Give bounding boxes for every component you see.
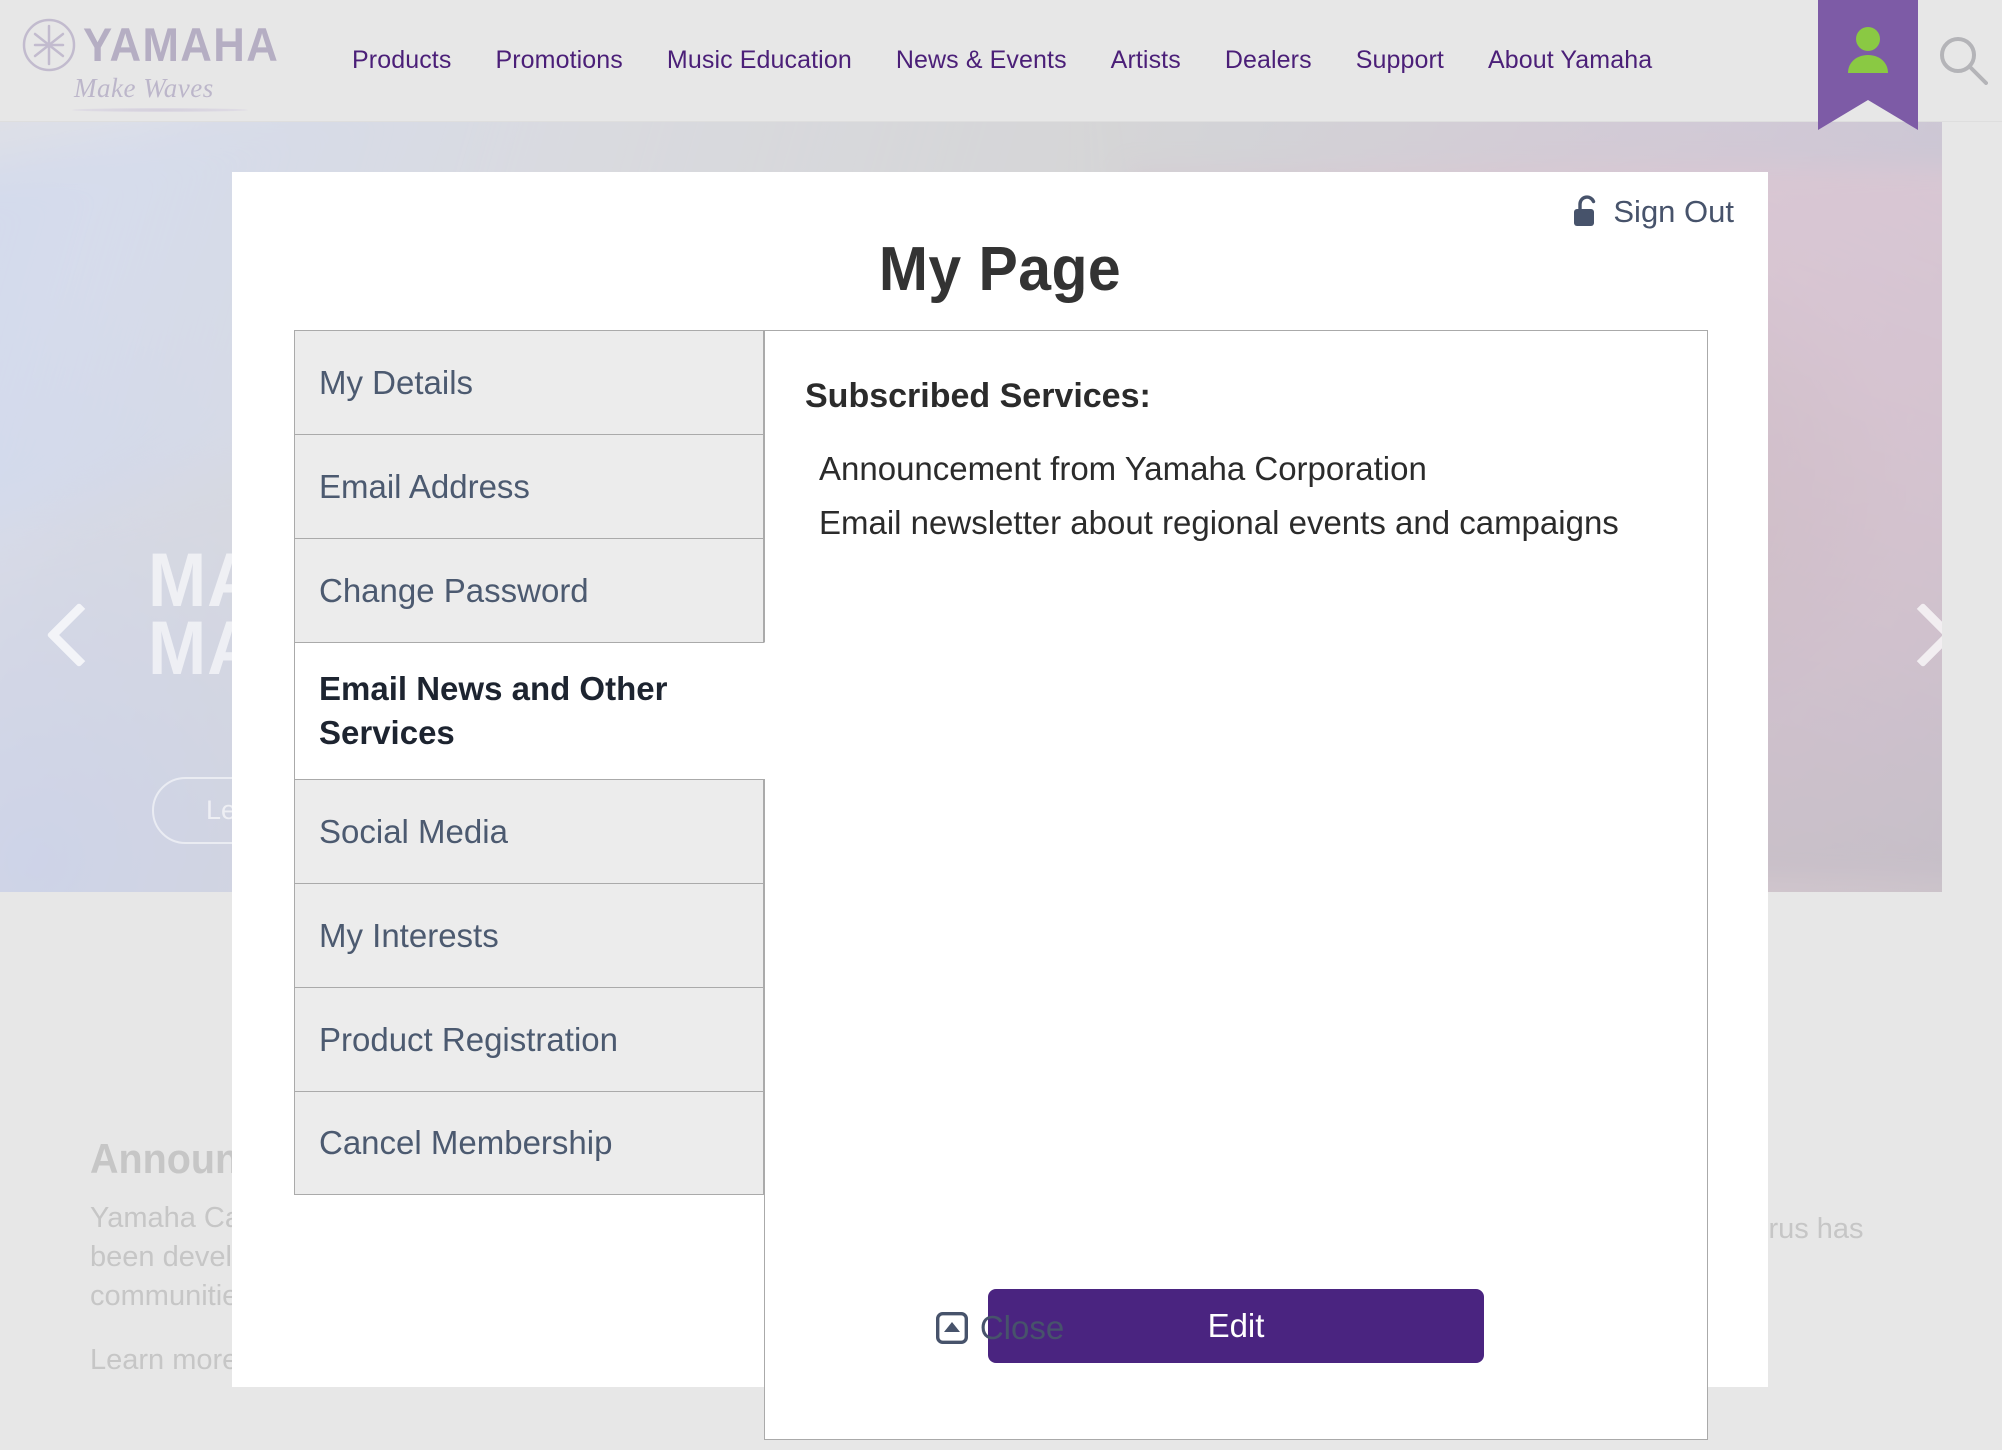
sidebar-item-product-registration[interactable]: Product Registration xyxy=(294,987,764,1091)
logo-wordmark: YAMAHA xyxy=(83,18,280,71)
nav-item-support[interactable]: Support xyxy=(1334,46,1466,75)
main-nav: Products Promotions Music Education News… xyxy=(330,0,1674,120)
nav-item-music-education[interactable]: Music Education xyxy=(645,46,874,75)
search-button[interactable] xyxy=(1935,32,1991,88)
sign-out-button[interactable]: Sign Out xyxy=(1572,194,1734,230)
my-page-content: Subscribed Services: Announcement from Y… xyxy=(764,330,1708,1440)
sidebar-item-my-details[interactable]: My Details xyxy=(294,330,764,434)
sidebar-item-email-news-and-other-services[interactable]: Email News and Other Services xyxy=(294,642,765,779)
sidebar-item-change-password[interactable]: Change Password xyxy=(294,538,764,642)
collapse-up-icon xyxy=(935,1312,968,1344)
nav-item-artists[interactable]: Artists xyxy=(1089,46,1203,75)
page-root: YAMAHA Make Waves Products Promotions Mu… xyxy=(0,0,2002,1450)
close-label: Close xyxy=(979,1309,1065,1346)
sign-out-label: Sign Out xyxy=(1613,194,1734,229)
my-page-panel: My Details Email Address Change Password… xyxy=(294,330,1708,1440)
list-item: Announcement from Yamaha Corporation xyxy=(819,450,1427,487)
my-page-sidebar: My Details Email Address Change Password… xyxy=(294,330,765,1440)
subscribed-services-list: Announcement from Yamaha Corporation Ema… xyxy=(805,442,1707,550)
person-icon xyxy=(1848,27,1888,73)
logo-underline xyxy=(72,108,248,112)
nav-item-news-events[interactable]: News & Events xyxy=(874,46,1089,75)
nav-item-products[interactable]: Products xyxy=(330,46,473,75)
logo-tagline: Make Waves xyxy=(74,73,214,103)
nav-item-dealers[interactable]: Dealers xyxy=(1203,46,1334,75)
my-page-modal: Sign Out My Page My Details Email Addres… xyxy=(232,172,1768,1440)
yamaha-tuning-fork-icon xyxy=(22,18,76,72)
sidebar-item-social-media[interactable]: Social Media xyxy=(294,779,764,883)
unlock-icon xyxy=(1574,195,1596,226)
nav-item-about-yamaha[interactable]: About Yamaha xyxy=(1466,46,1674,75)
nav-item-promotions[interactable]: Promotions xyxy=(473,46,644,75)
list-item: Email newsletter about regional events a… xyxy=(819,504,1619,541)
sidebar-item-my-interests[interactable]: My Interests xyxy=(294,883,764,987)
subscribed-services-heading: Subscribed Services: xyxy=(805,377,1151,415)
yamaha-logo[interactable]: YAMAHA Make Waves xyxy=(22,18,278,112)
account-menu-button[interactable] xyxy=(1818,0,1918,130)
sidebar-item-cancel-membership[interactable]: Cancel Membership xyxy=(294,1091,764,1195)
page-title: My Page xyxy=(878,235,1122,304)
sidebar-item-email-address[interactable]: Email Address xyxy=(294,434,764,538)
search-icon xyxy=(1940,37,1988,85)
site-header: YAMAHA Make Waves Products Promotions Mu… xyxy=(0,0,2002,130)
announcement-line-right: irus has xyxy=(1762,1213,1864,1245)
